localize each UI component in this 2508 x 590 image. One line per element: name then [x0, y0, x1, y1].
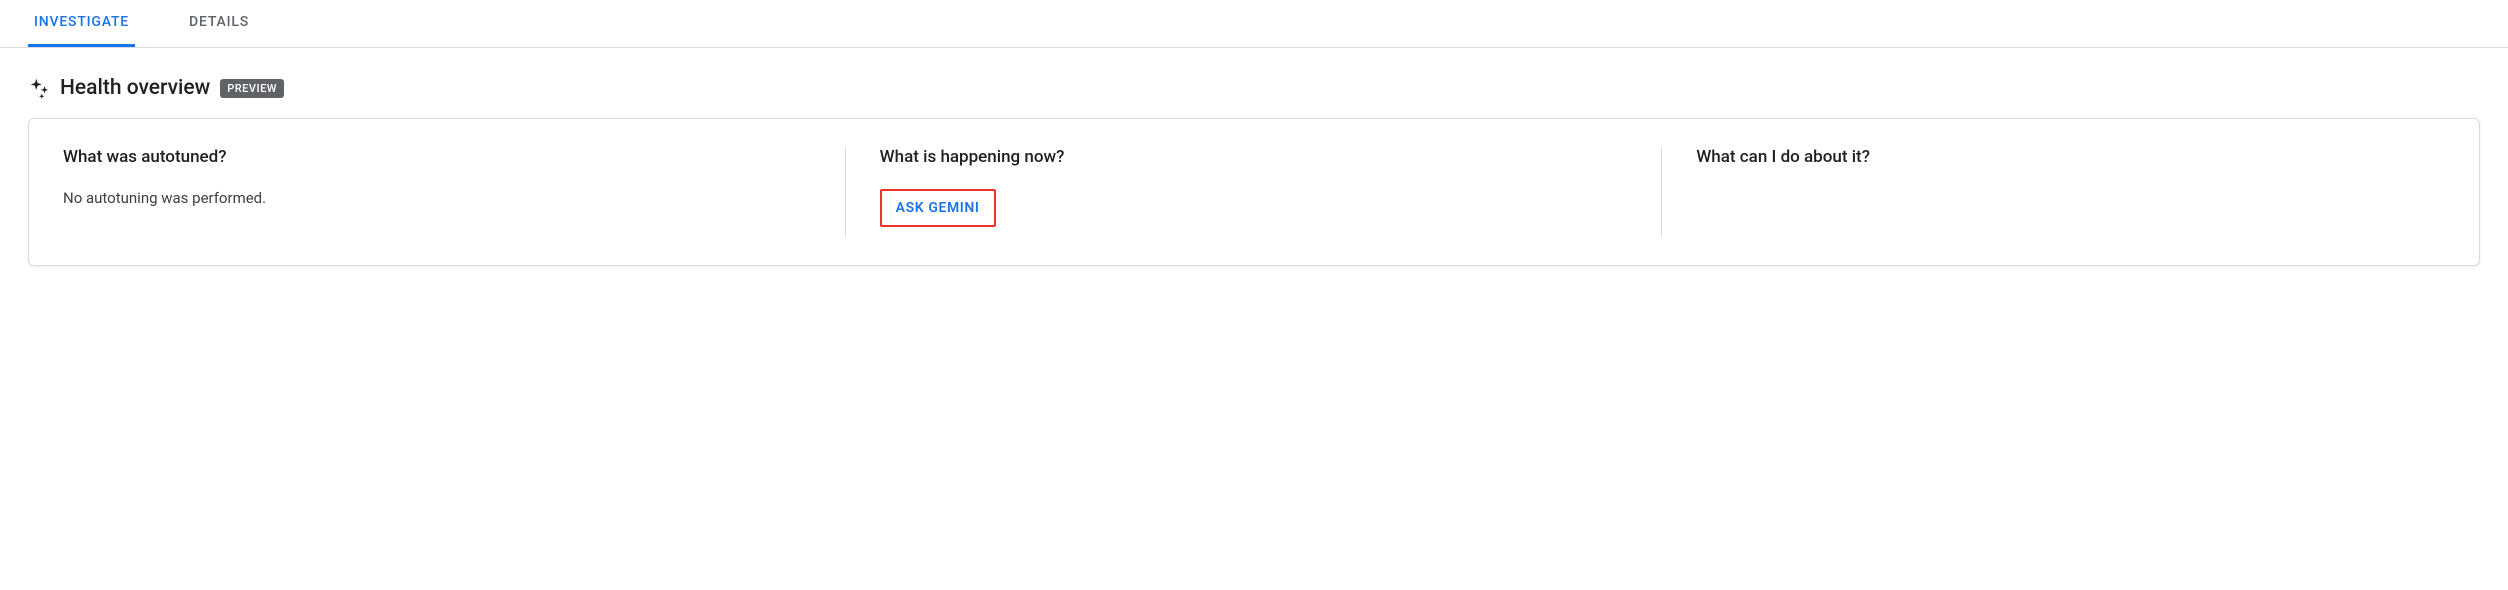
col-happening-title: What is happening now?: [880, 147, 1629, 167]
tab-details[interactable]: DETAILS: [183, 0, 255, 47]
col-action-title: What can I do about it?: [1696, 147, 2445, 167]
health-overview-card: What was autotuned? No autotuning was pe…: [28, 118, 2480, 266]
col-happening: What is happening now? ASK GEMINI: [846, 119, 1663, 265]
col-autotuned-body: No autotuning was performed.: [63, 189, 812, 207]
page-title: Health overview: [60, 76, 210, 100]
sparkle-icon: [28, 77, 50, 99]
preview-badge: PREVIEW: [220, 79, 284, 98]
col-action: What can I do about it?: [1662, 119, 2479, 265]
tab-investigate[interactable]: INVESTIGATE: [28, 0, 135, 47]
col-autotuned-title: What was autotuned?: [63, 147, 812, 167]
ask-gemini-button[interactable]: ASK GEMINI: [888, 195, 988, 221]
section-header: Health overview PREVIEW: [0, 48, 2508, 118]
col-autotuned: What was autotuned? No autotuning was pe…: [29, 119, 846, 265]
tab-bar: INVESTIGATE DETAILS: [0, 0, 2508, 48]
ask-gemini-highlight: ASK GEMINI: [880, 189, 996, 227]
